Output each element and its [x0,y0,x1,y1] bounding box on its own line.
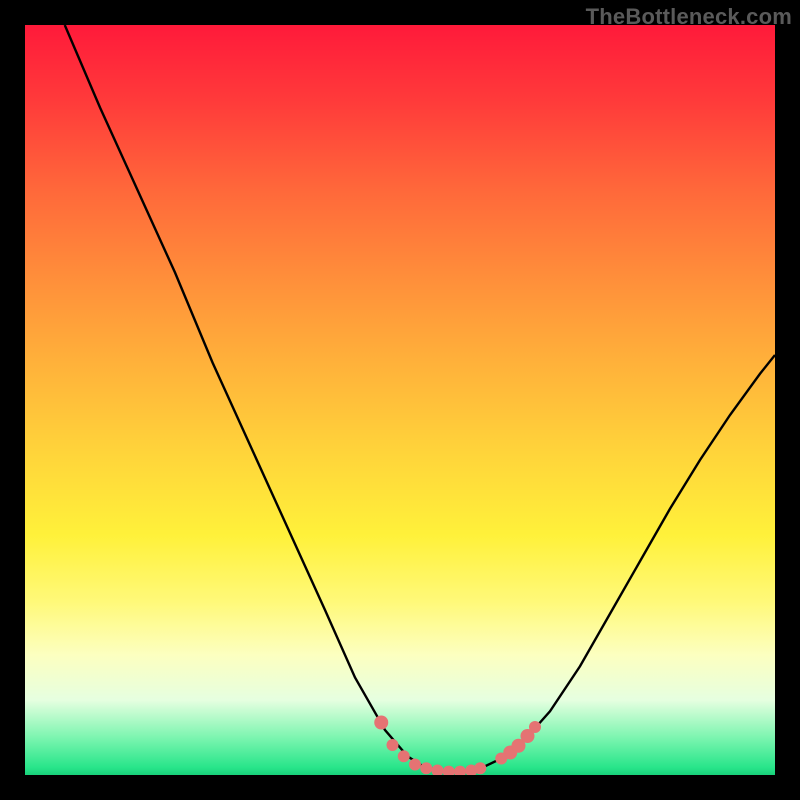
watermark-text: TheBottleneck.com [586,4,792,30]
plot-area [25,25,775,775]
chart-frame: TheBottleneck.com [0,0,800,800]
